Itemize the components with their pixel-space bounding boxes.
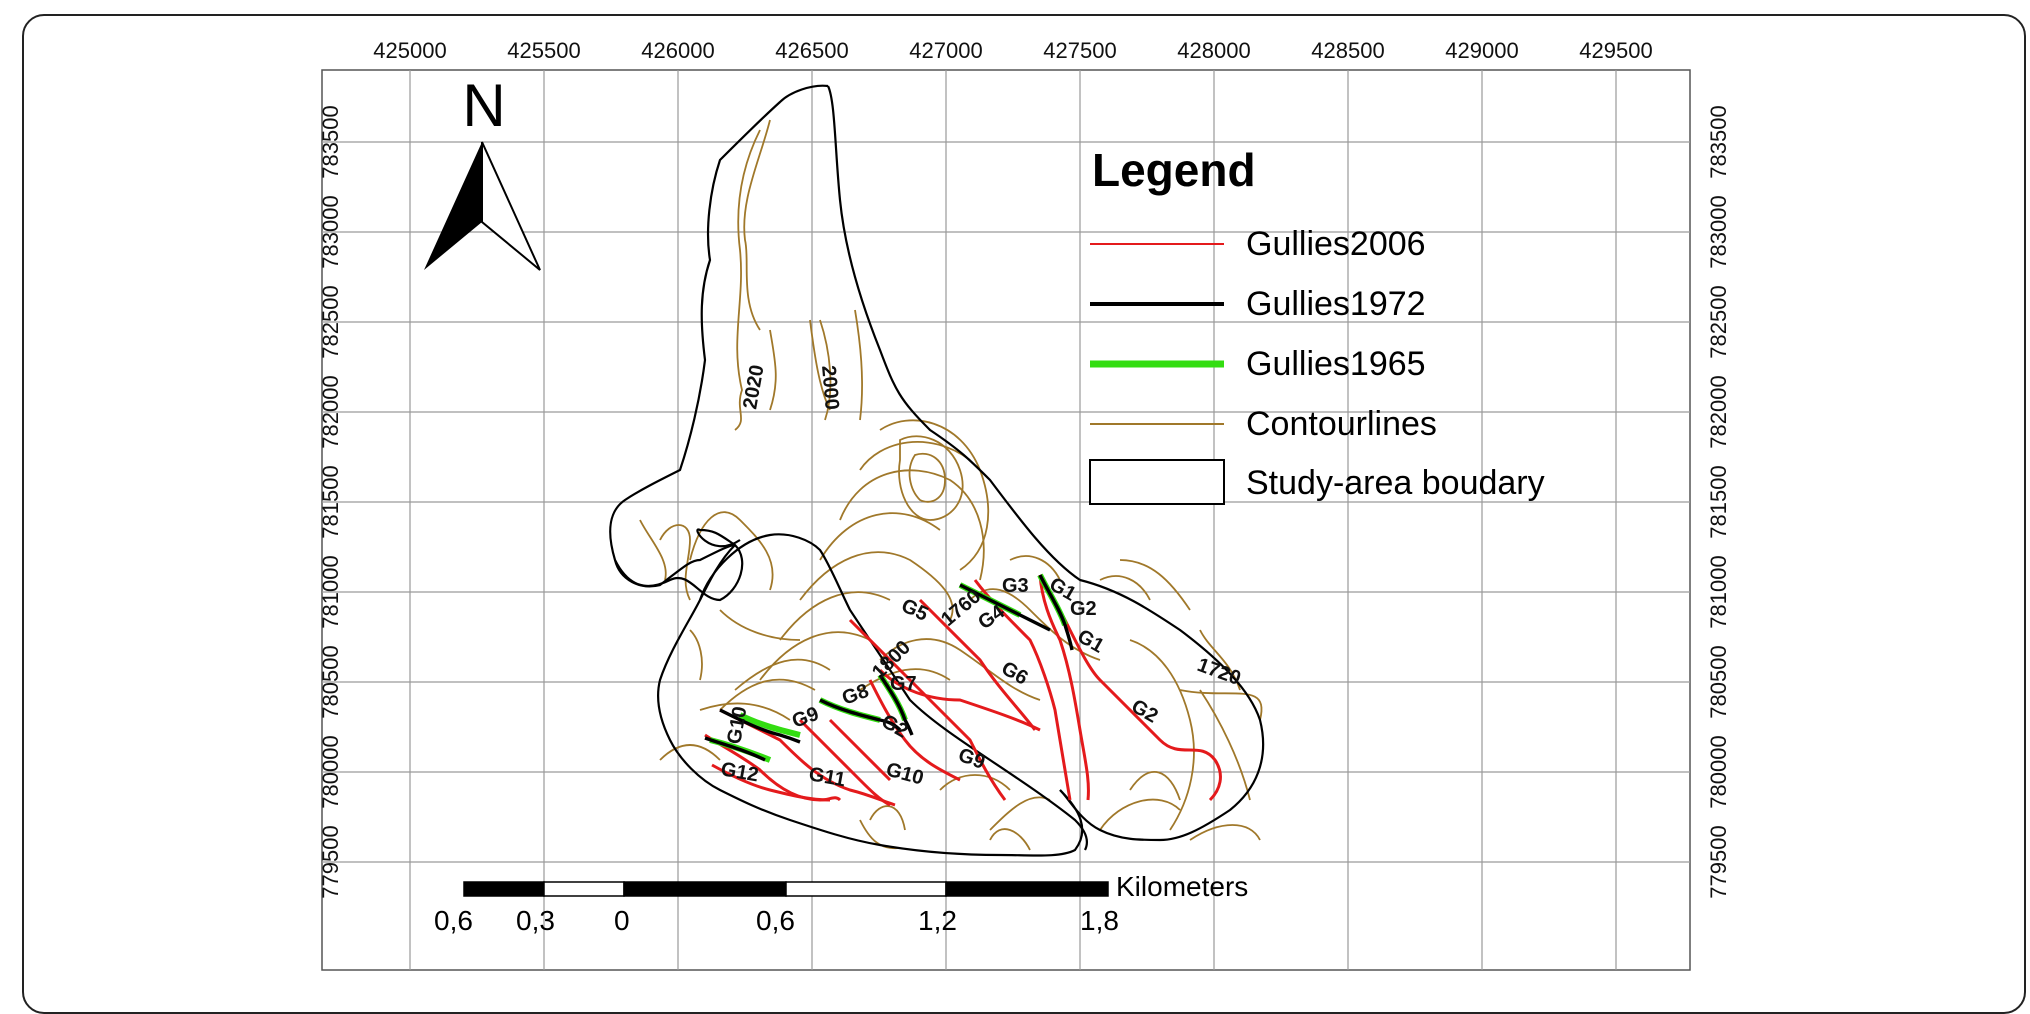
y-tick-label-right: 780500 xyxy=(1706,645,1731,718)
y-axis-left-labels: 783500 783000 782500 782000 781500 781000 7805… xyxy=(318,105,343,898)
contour-label-2000: 2000 xyxy=(817,365,843,411)
x-axis-top-labels: 425000 425500 426000 426500 427000 427500 4280… xyxy=(373,38,1652,63)
x-tick-label: 428000 xyxy=(1177,38,1250,63)
gully-label: G11 xyxy=(807,763,847,791)
y-axis-right-labels: 783500 783000 782500 782000 781500 781000 7805… xyxy=(1706,105,1731,898)
scale-unit: Kilometers xyxy=(1116,871,1248,902)
y-tick-label-right: 783500 xyxy=(1706,105,1731,178)
scale-label: 0,3 xyxy=(516,905,555,936)
y-tick-label-right: 782000 xyxy=(1706,375,1731,448)
y-tick-label-right: 783000 xyxy=(1706,195,1731,268)
legend-item-gullies2006: Gullies2006 xyxy=(1090,225,1426,263)
gully-label: G2 xyxy=(878,710,912,742)
y-tick-label-left: 783500 xyxy=(318,105,343,178)
north-arrow: N xyxy=(424,72,541,271)
y-tick-label-left: 782000 xyxy=(318,375,343,448)
map-data-frame xyxy=(321,69,1691,971)
y-tick-label-right: 779500 xyxy=(1706,825,1731,898)
x-tick-label: 425500 xyxy=(507,38,580,63)
gully-label: G3 xyxy=(1002,575,1029,597)
y-tick-label-left: 779500 xyxy=(318,825,343,898)
y-tick-label-left: 781500 xyxy=(318,465,343,538)
contour-label-1720: 1720 xyxy=(1194,654,1243,690)
legend-label: Gullies2006 xyxy=(1246,225,1426,263)
x-tick-label: 426500 xyxy=(775,38,848,63)
legend-label: Study-area boudary xyxy=(1246,464,1545,502)
scale-label: 1,8 xyxy=(1080,905,1119,936)
x-tick-label: 427500 xyxy=(1043,38,1116,63)
y-tick-label-right: 781000 xyxy=(1706,555,1731,628)
coordinate-grid xyxy=(322,70,1690,970)
legend-item-gullies1965: Gullies1965 xyxy=(1090,345,1426,383)
y-tick-label-right: 782500 xyxy=(1706,285,1731,358)
gully-label: G1 xyxy=(1074,625,1108,657)
gully-label: G2 xyxy=(1070,598,1097,620)
x-tick-label: 429500 xyxy=(1579,38,1652,63)
gully-label: G8 xyxy=(839,680,872,710)
legend-label: Gullies1972 xyxy=(1246,285,1426,323)
x-tick-label: 426000 xyxy=(641,38,714,63)
y-tick-label-left: 782500 xyxy=(318,285,343,358)
gully-label: G7 xyxy=(890,673,917,695)
x-tick-label: 428500 xyxy=(1311,38,1384,63)
gully-label: G6 xyxy=(998,657,1032,689)
legend: Legend Gullies2006 Gullies1972 Gullies19… xyxy=(1089,144,1545,505)
gully-label: G2 xyxy=(1128,695,1162,727)
y-tick-label-right: 781500 xyxy=(1706,465,1731,538)
x-tick-label: 425000 xyxy=(373,38,446,63)
gully-label: G10 xyxy=(884,759,926,790)
contour-label-2020: 2020 xyxy=(739,363,768,411)
legend-item-contourlines: Contourlines xyxy=(1090,405,1437,443)
x-tick-label: 429000 xyxy=(1445,38,1518,63)
x-tick-label: 427000 xyxy=(909,38,982,63)
north-label: N xyxy=(462,72,505,139)
gully-label: G10 xyxy=(723,705,751,746)
gully-label: G9 xyxy=(789,703,822,733)
gully-label: G12 xyxy=(719,758,760,786)
map-canvas: 425000 425500 426000 426500 427000 427500 4280… xyxy=(318,38,1731,971)
north-arrow-icon xyxy=(424,141,541,271)
legend-label: Gullies1965 xyxy=(1246,345,1426,383)
legend-label: Contourlines xyxy=(1246,405,1437,443)
y-tick-label-left: 783000 xyxy=(318,195,343,268)
legend-item-gullies1972: Gullies1972 xyxy=(1090,285,1426,323)
scale-label: 0,6 xyxy=(756,905,795,936)
scale-label: 1,2 xyxy=(918,905,957,936)
legend-item-study-area: Study-area boudary xyxy=(1089,459,1545,505)
scale-label: 0 xyxy=(614,905,630,936)
y-tick-label-left: 781000 xyxy=(318,555,343,628)
y-tick-label-left: 780000 xyxy=(318,735,343,808)
legend-title: Legend xyxy=(1092,144,1256,196)
legend-swatch-study-area xyxy=(1089,459,1225,505)
y-tick-label-left: 780500 xyxy=(318,645,343,718)
gully-label: G9 xyxy=(955,744,988,774)
scale-label: 0,6 xyxy=(434,905,473,936)
y-tick-label-right: 780000 xyxy=(1706,735,1731,808)
gully-label: G5 xyxy=(898,595,931,626)
scale-bar: Kilometers 0,6 0,3 0 0,6 1,2 1,8 xyxy=(434,871,1248,936)
